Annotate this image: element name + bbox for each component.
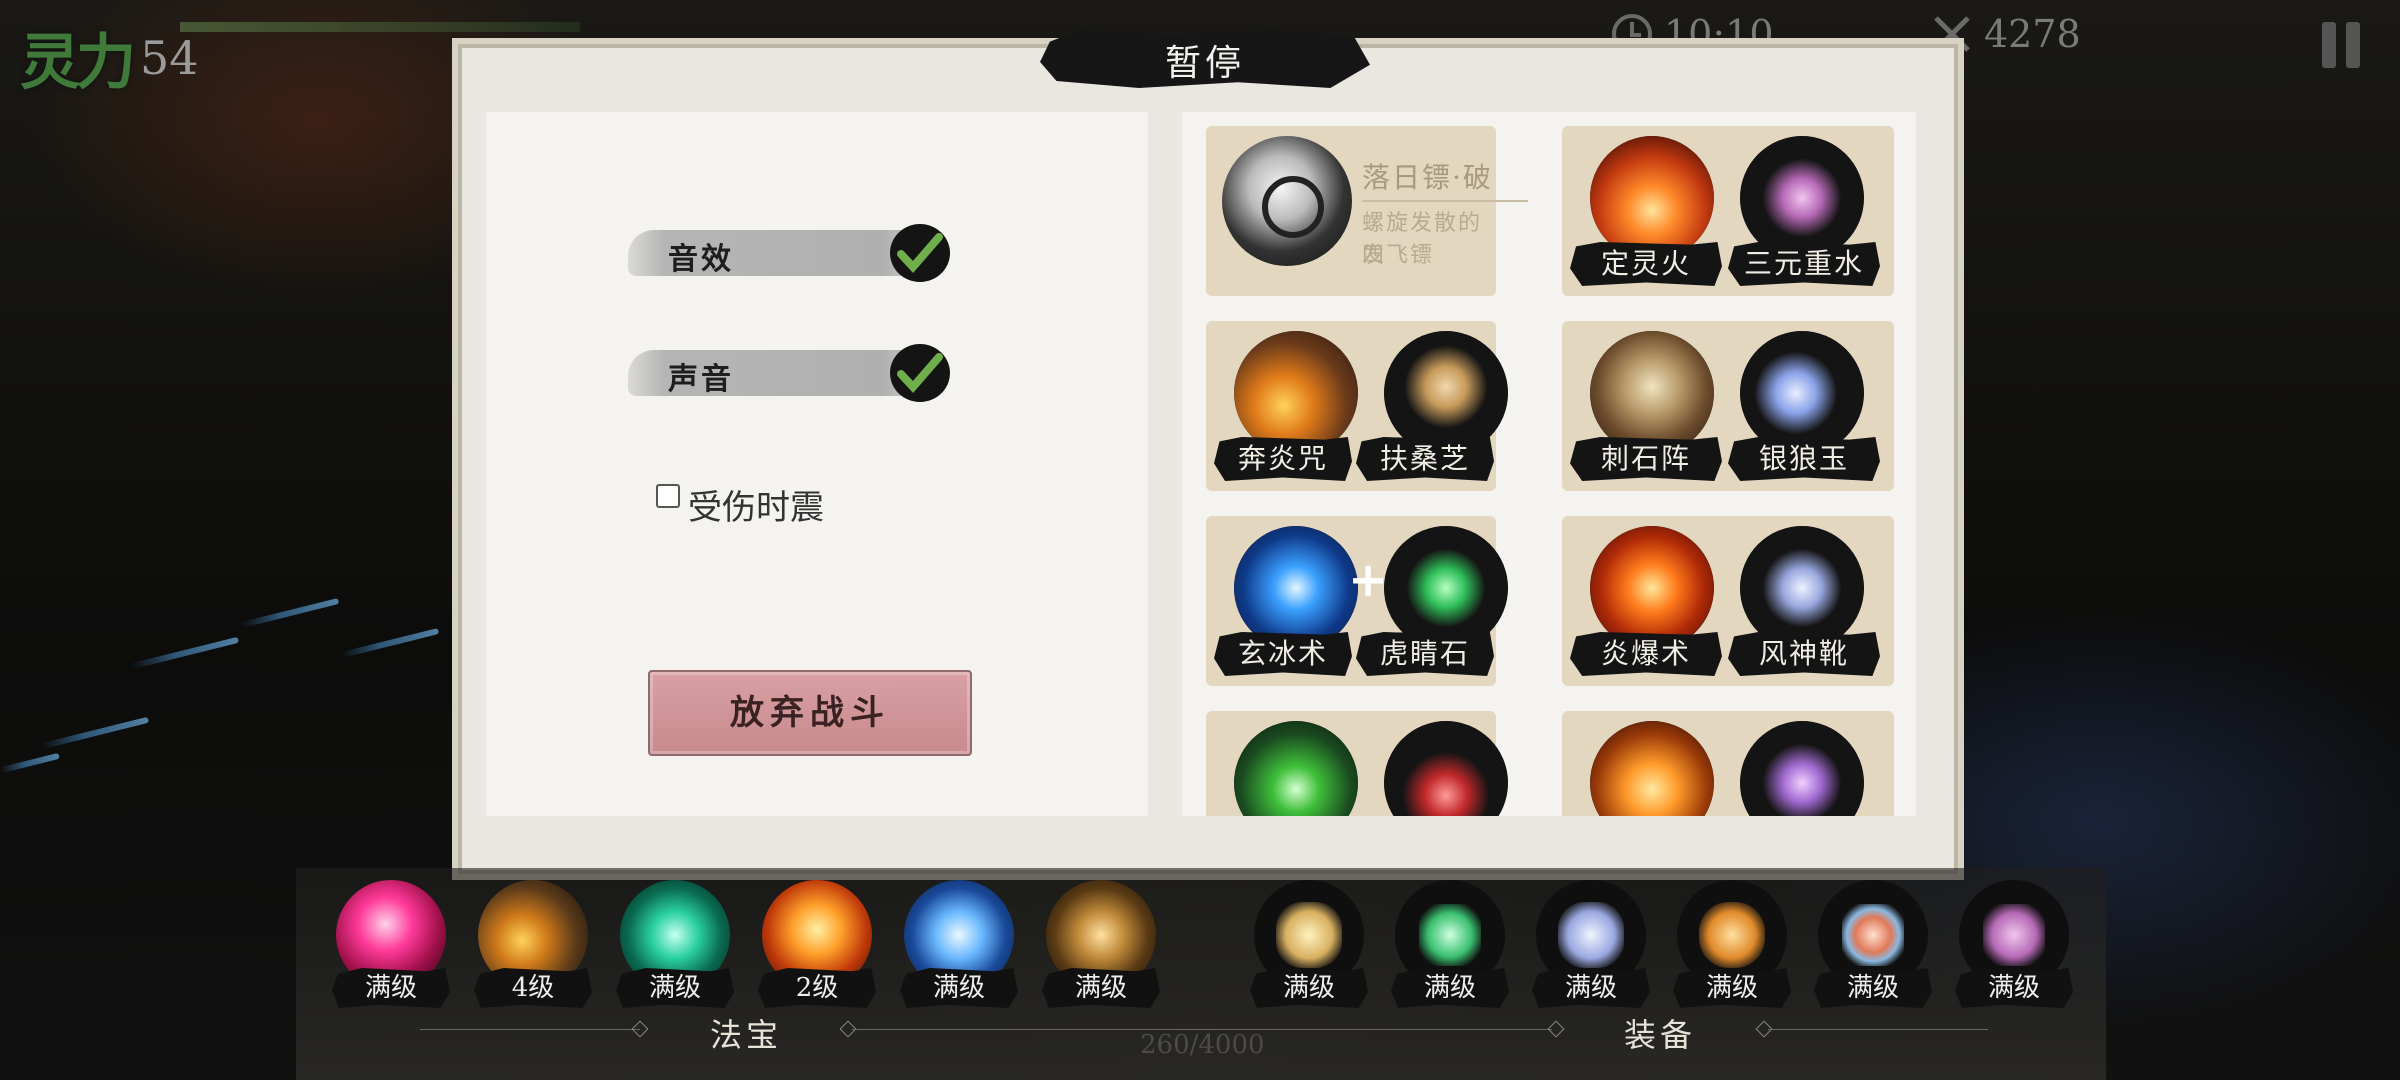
wolf-jade-icon	[1740, 331, 1864, 455]
skill-name: 扶桑芝	[1356, 437, 1494, 481]
featured-skill-desc-line2: 发飞镖	[1362, 243, 1435, 268]
treasure-level: 满级	[616, 968, 734, 1008]
equipment-slot[interactable]: 满级	[1250, 880, 1368, 1010]
flame-burst-icon	[1590, 526, 1714, 650]
skill-name: 三元重水	[1728, 242, 1880, 286]
equipment-level: 满级	[1532, 968, 1650, 1008]
arrow-icon	[1234, 721, 1358, 816]
treasure-level: 满级	[1042, 968, 1160, 1008]
combine-plus-icon: +	[1348, 552, 1389, 608]
mushroom-icon	[1384, 331, 1508, 455]
skill-name: 定灵火	[1570, 242, 1722, 286]
skill-card[interactable]: 炎爆术 风神靴	[1562, 516, 1894, 686]
skill-card[interactable]: 定灵火 三元重水	[1562, 126, 1894, 296]
spirit-power-display: 灵力 54	[20, 14, 199, 101]
checkmark-icon[interactable]	[890, 344, 950, 402]
experience-progress: 260/4000	[1140, 1030, 1265, 1060]
equipment-level: 满级	[1814, 968, 1932, 1008]
skill-card[interactable]: + 玄冰术 虎睛石	[1206, 516, 1508, 686]
spirit-power-value: 54	[140, 30, 199, 85]
skill-name: 虎睛石	[1356, 632, 1494, 676]
equipment-level: 满级	[1673, 968, 1791, 1008]
skill-name: 玄冰术	[1214, 632, 1352, 676]
flying-sword	[130, 636, 240, 670]
skill-name: 奔炎咒	[1214, 437, 1352, 481]
skill-card-featured[interactable]: 落日镖·破 螺旋发散的四 发飞镖	[1206, 126, 1528, 296]
spirit-power-label: 灵力	[20, 28, 136, 98]
treasure-slot[interactable]: 满级	[900, 880, 1018, 1010]
skills-panel: 落日镖·破 螺旋发散的四 发飞镖 定灵火 三元重水 奔炎咒 扶桑芝 刺石阵 银狼…	[1182, 112, 1916, 816]
pause-icon	[2322, 22, 2336, 68]
flame-curse-icon	[1234, 331, 1358, 455]
skill-name: 银狼玉	[1728, 437, 1880, 481]
equipment-level: 满级	[1391, 968, 1509, 1008]
skill-name: 炎爆术	[1570, 632, 1722, 676]
equipment-level: 满级	[1955, 968, 2073, 1008]
stone-spike-icon	[1590, 331, 1714, 455]
flying-sword	[40, 716, 150, 750]
equipment-section-label: 装备	[1624, 1016, 1697, 1054]
equipment-level: 满级	[1250, 968, 1368, 1008]
skill-name: 刺石阵	[1570, 437, 1722, 481]
treasure-level: 满级	[900, 968, 1018, 1008]
treasure-slot[interactable]: 4级	[474, 880, 592, 1010]
treasure-level: 4级	[474, 968, 592, 1008]
skill-card[interactable]	[1206, 711, 1508, 816]
flying-sword	[0, 752, 60, 774]
dagger-icon	[1384, 721, 1508, 816]
equipment-slot[interactable]: 满级	[1814, 880, 1932, 1010]
equipment-slot[interactable]: 满级	[1955, 880, 2073, 1010]
dialog-title: 暂停	[1164, 43, 1245, 84]
wind-boots-icon	[1740, 526, 1864, 650]
flying-sword	[340, 627, 440, 659]
treasure-section-label: 法宝	[710, 1016, 783, 1054]
sun-disc-icon	[1590, 721, 1714, 816]
fire-spirit-icon	[1590, 136, 1714, 260]
skill-name: 风神靴	[1728, 632, 1880, 676]
sound-label: 声音	[668, 362, 734, 397]
sound-effect-toggle[interactable]: 音效	[628, 224, 968, 282]
kill-count-value: 4278	[1984, 12, 2081, 56]
equipment-slot[interactable]: 满级	[1532, 880, 1650, 1010]
checkmark-icon[interactable]	[890, 224, 950, 282]
treasure-slot[interactable]: 满级	[332, 880, 450, 1010]
treasure-level: 满级	[332, 968, 450, 1008]
shake-on-hit-option[interactable]: 受伤时震	[656, 480, 824, 529]
quit-battle-button[interactable]: 放弃战斗	[648, 670, 972, 756]
equipment-slot[interactable]: 满级	[1391, 880, 1509, 1010]
shake-checkbox[interactable]	[656, 483, 680, 508]
treasure-slot[interactable]: 2级	[758, 880, 876, 1010]
shuriken-icon	[1222, 136, 1352, 266]
sound-toggle[interactable]: 声音	[628, 344, 968, 402]
pause-button[interactable]	[2322, 22, 2362, 68]
featured-skill-title: 落日镖·破	[1362, 161, 1493, 194]
shake-on-hit-label: 受伤时震	[688, 488, 824, 528]
flying-sword	[240, 597, 340, 629]
water-box-icon	[1740, 136, 1864, 260]
treasure-slot[interactable]: 满级	[616, 880, 734, 1010]
skill-card[interactable]: 刺石阵 银狼玉	[1562, 321, 1894, 491]
treasure-slot[interactable]: 满级	[1042, 880, 1160, 1010]
sound-effect-label: 音效	[668, 242, 734, 277]
player-hp-bar	[180, 22, 580, 32]
tiger-eye-gem-icon	[1384, 526, 1508, 650]
skill-card[interactable]: 奔炎咒 扶桑芝	[1206, 321, 1508, 491]
purple-ruyi-icon	[1740, 721, 1864, 816]
skill-card[interactable]	[1562, 711, 1894, 816]
equipment-slot[interactable]: 满级	[1673, 880, 1791, 1010]
ice-spell-icon	[1234, 526, 1358, 650]
treasure-level: 2级	[758, 968, 876, 1008]
